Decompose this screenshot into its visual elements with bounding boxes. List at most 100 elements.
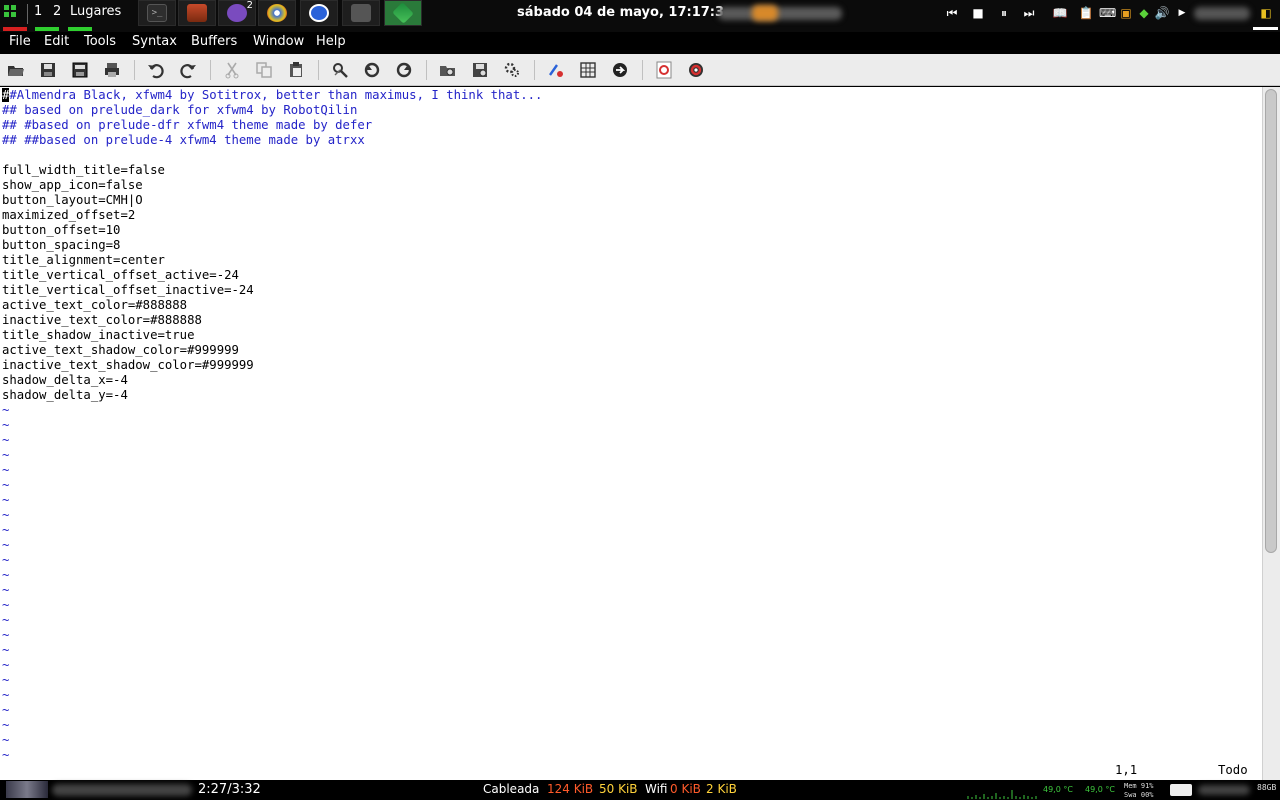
empty-line-marker: ~: [2, 478, 10, 492]
places-menu[interactable]: Lugares: [70, 4, 121, 19]
redacted-area: [752, 5, 778, 21]
clipboard-icon[interactable]: 📋: [1078, 6, 1094, 20]
menu-syntax[interactable]: Syntax: [132, 34, 177, 49]
palette-app-icon: [267, 4, 287, 22]
cpu-temperature: 49,0 °C: [1043, 785, 1073, 794]
open-icon[interactable]: [5, 59, 27, 81]
help-icon[interactable]: [653, 59, 675, 81]
menu-file[interactable]: File: [9, 34, 31, 49]
menu-help[interactable]: Help: [316, 34, 346, 49]
redacted-area: [52, 784, 192, 796]
folders-tray-icon[interactable]: ▣: [1118, 6, 1134, 20]
paste-icon[interactable]: [285, 59, 307, 81]
editor-line-19: inactive_text_shadow_color=#999999: [2, 358, 254, 372]
drive-icon[interactable]: [1170, 784, 1192, 796]
empty-line-marker: ~: [2, 748, 10, 762]
media-time: 2:27/3:32: [198, 782, 261, 797]
find-replace-icon[interactable]: [329, 59, 351, 81]
bottom-panel: 2:27/3:32 Cableada 124 KiB 50 KiB Wifi 0…: [0, 780, 1280, 800]
wifi-label: Wifi: [645, 782, 668, 796]
toolbar-separator: [134, 60, 135, 80]
editor-line-13: title_vertical_offset_active=-24: [2, 268, 239, 282]
wired-label: Cableada: [483, 782, 540, 796]
editor-line-10: button_offset=10: [2, 223, 121, 237]
cut-icon[interactable]: [221, 59, 243, 81]
make-icon[interactable]: [545, 59, 567, 81]
run-script-icon[interactable]: [501, 59, 523, 81]
taskbar-chat-button[interactable]: 2: [218, 0, 256, 26]
text-editor-area[interactable]: ##Almendra Black, xfwm4 by Sotitrox, bet…: [0, 87, 1262, 780]
vertical-scrollbar[interactable]: [1262, 87, 1280, 780]
menu-edit[interactable]: Edit: [44, 34, 69, 49]
find-help-icon[interactable]: [685, 59, 707, 81]
menu-buffers[interactable]: Buffers: [191, 34, 237, 49]
wired-download-rate: 124 KiB: [547, 782, 594, 796]
next-track-icon[interactable]: ⏭: [1021, 6, 1037, 20]
redacted-area: [1194, 7, 1250, 20]
arrow-right-icon[interactable]: ▶: [1174, 6, 1190, 20]
empty-line-marker: ~: [2, 463, 10, 477]
save-all-icon[interactable]: [69, 59, 91, 81]
workspace-1[interactable]: 1: [34, 4, 42, 19]
empty-line-marker: ~: [2, 553, 10, 567]
swap-usage: Swa 00%: [1124, 791, 1154, 799]
volume-icon[interactable]: 🔊: [1154, 6, 1170, 20]
gpu-temperature: 49,0 °C: [1085, 785, 1115, 794]
previous-track-icon[interactable]: ⏮: [944, 6, 960, 20]
toolbar-separator: [426, 60, 427, 80]
wifi-upload-rate: 2 KiB: [706, 782, 737, 796]
toolbar-separator: [642, 60, 643, 80]
file-manager-app-icon: [351, 4, 371, 22]
stop-icon[interactable]: ■: [970, 6, 986, 20]
empty-line-marker: ~: [2, 658, 10, 672]
empty-line-marker: ~: [2, 493, 10, 507]
find-next-icon[interactable]: [361, 59, 383, 81]
editor-line-11: button_spacing=8: [2, 238, 121, 252]
album-art-thumbnail: [6, 781, 48, 798]
empty-line-marker: ~: [2, 628, 10, 642]
book-icon[interactable]: 📖: [1052, 6, 1068, 20]
applications-menu-icon[interactable]: [4, 5, 22, 23]
print-icon[interactable]: [101, 59, 123, 81]
tags-icon[interactable]: [609, 59, 631, 81]
workspace-2[interactable]: 2: [53, 4, 61, 19]
save-icon[interactable]: [37, 59, 59, 81]
disk-free: 88GB: [1257, 783, 1277, 792]
clock[interactable]: sábado 04 de mayo, 17:17:3: [517, 5, 724, 20]
empty-line-marker: ~: [2, 703, 10, 717]
taskbar-paint-button[interactable]: [258, 0, 296, 26]
memory-usage: Mem 91%: [1124, 782, 1154, 790]
empty-line-marker: ~: [2, 568, 10, 582]
save-session-icon[interactable]: [469, 59, 491, 81]
find-prev-icon[interactable]: [393, 59, 415, 81]
workspace-1-indicator: [3, 27, 27, 31]
network-activity-graph: [967, 790, 1037, 799]
comment-text: #Almendra Black, xfwm4 by Sotitrox, bett…: [9, 88, 543, 102]
pause-icon[interactable]: ⏸: [996, 6, 1012, 20]
notification-icon[interactable]: ◧: [1258, 6, 1274, 20]
empty-line-marker: ~: [2, 733, 10, 747]
shell-icon[interactable]: [577, 59, 599, 81]
taskbar-vim-button[interactable]: [384, 0, 422, 26]
copy-icon[interactable]: [253, 59, 275, 81]
undo-icon[interactable]: [145, 59, 167, 81]
terminal-tray-icon[interactable]: ⌨: [1099, 6, 1116, 20]
empty-line-marker: ~: [2, 448, 10, 462]
taskbar-app-button[interactable]: [178, 0, 216, 26]
toolbar-separator: [210, 60, 211, 80]
menu-tools[interactable]: Tools: [84, 34, 116, 49]
taskbar-browser-button[interactable]: [300, 0, 338, 26]
editor-line-18: active_text_shadow_color=#999999: [2, 343, 239, 357]
editor-line-14: title_vertical_offset_inactive=-24: [2, 283, 254, 297]
window-count-badge: 2: [246, 0, 253, 11]
redo-icon[interactable]: [177, 59, 199, 81]
taskbar-terminal-button[interactable]: >_: [138, 0, 176, 26]
scrollbar-thumb[interactable]: [1265, 89, 1277, 553]
editor-line-9: maximized_offset=2: [2, 208, 136, 222]
menu-window[interactable]: Window: [253, 34, 304, 49]
network-tray-icon[interactable]: ◆: [1136, 6, 1152, 20]
scroll-position: Todo: [1218, 763, 1248, 777]
empty-line-marker: ~: [2, 613, 10, 627]
taskbar-editor-button[interactable]: [342, 0, 380, 26]
load-session-icon[interactable]: [437, 59, 459, 81]
